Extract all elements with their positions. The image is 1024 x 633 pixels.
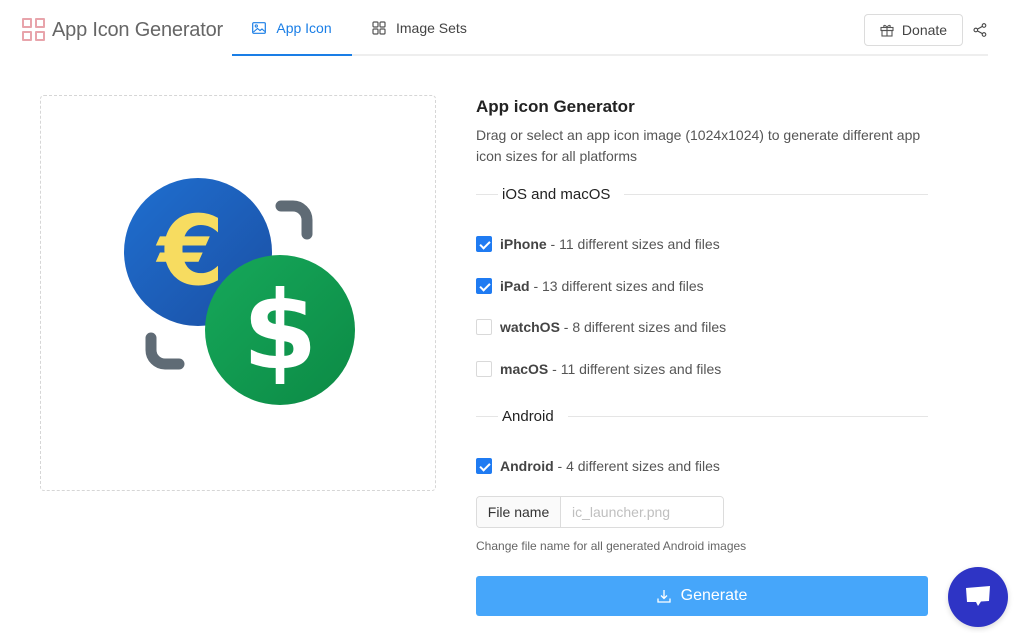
option-detail: - 4 different sizes and files: [553, 458, 720, 474]
tab-label: App Icon: [276, 20, 332, 36]
option-ipad[interactable]: iPad - 13 different sizes and files: [476, 277, 704, 295]
grid-icon: [372, 21, 386, 35]
option-name: Android: [500, 458, 554, 474]
checkbox-ipad[interactable]: [476, 278, 492, 294]
top-nav: App Icon Generator App Icon Image Sets D…: [0, 0, 1024, 56]
section-title-ios: iOS and macOS: [502, 185, 611, 203]
checkbox-iphone[interactable]: [476, 236, 492, 252]
filename-input[interactable]: [561, 497, 723, 527]
option-name: iPhone: [500, 236, 547, 252]
option-detail: - 8 different sizes and files: [559, 319, 727, 335]
download-icon: [656, 590, 671, 603]
section-title-android: Android: [502, 407, 554, 425]
generate-button[interactable]: Generate: [476, 576, 928, 616]
panel-title: App icon Generator: [476, 97, 635, 116]
brand[interactable]: App Icon Generator: [22, 18, 223, 42]
image-icon: [252, 22, 267, 34]
generator-panel: App icon Generator Drag or select an app…: [476, 95, 928, 167]
section-divider-android: Android: [476, 406, 928, 426]
share-icon[interactable]: [973, 23, 987, 37]
checkbox-watchos[interactable]: [476, 319, 492, 335]
svg-text:€: €: [156, 195, 225, 307]
filename-label: File name: [477, 497, 561, 527]
option-detail: - 11 different sizes and files: [548, 361, 722, 377]
donate-button[interactable]: Donate: [864, 14, 963, 46]
filename-help-text: Change file name for all generated Andro…: [476, 539, 747, 553]
option-name: iPad: [500, 278, 530, 294]
tab-label: Image Sets: [396, 20, 467, 36]
option-iphone[interactable]: iPhone - 11 different sizes and files: [476, 235, 720, 253]
option-name: macOS: [500, 361, 549, 377]
panel-description: Drag or select an app icon image (1024x1…: [476, 127, 921, 164]
option-name: watchOS: [500, 319, 560, 335]
image-dropzone[interactable]: € $: [40, 95, 436, 491]
app-logo-icon: [22, 18, 46, 42]
section-divider-ios: iOS and macOS: [476, 184, 928, 204]
brand-title: App Icon Generator: [52, 18, 223, 41]
checkbox-macos[interactable]: [476, 361, 492, 377]
tab-app-icon[interactable]: App Icon: [232, 0, 352, 56]
chat-button[interactable]: [948, 567, 1008, 627]
option-android[interactable]: Android - 4 different sizes and files: [476, 457, 720, 475]
gift-icon: [880, 24, 894, 37]
tab-image-sets[interactable]: Image Sets: [372, 0, 467, 56]
generate-label: Generate: [680, 587, 748, 604]
option-detail: - 13 different sizes and files: [529, 278, 704, 294]
option-detail: - 11 different sizes and files: [546, 236, 720, 252]
svg-text:$: $: [242, 269, 317, 394]
option-macos[interactable]: macOS - 11 different sizes and files: [476, 360, 721, 378]
chat-bubble-icon: [966, 586, 990, 606]
option-watchos[interactable]: watchOS - 8 different sizes and files: [476, 318, 726, 336]
donate-label: Donate: [901, 22, 948, 38]
currency-exchange-icon: € $: [124, 178, 355, 405]
filename-field-group: File name: [476, 496, 724, 528]
checkbox-android[interactable]: [476, 458, 492, 474]
